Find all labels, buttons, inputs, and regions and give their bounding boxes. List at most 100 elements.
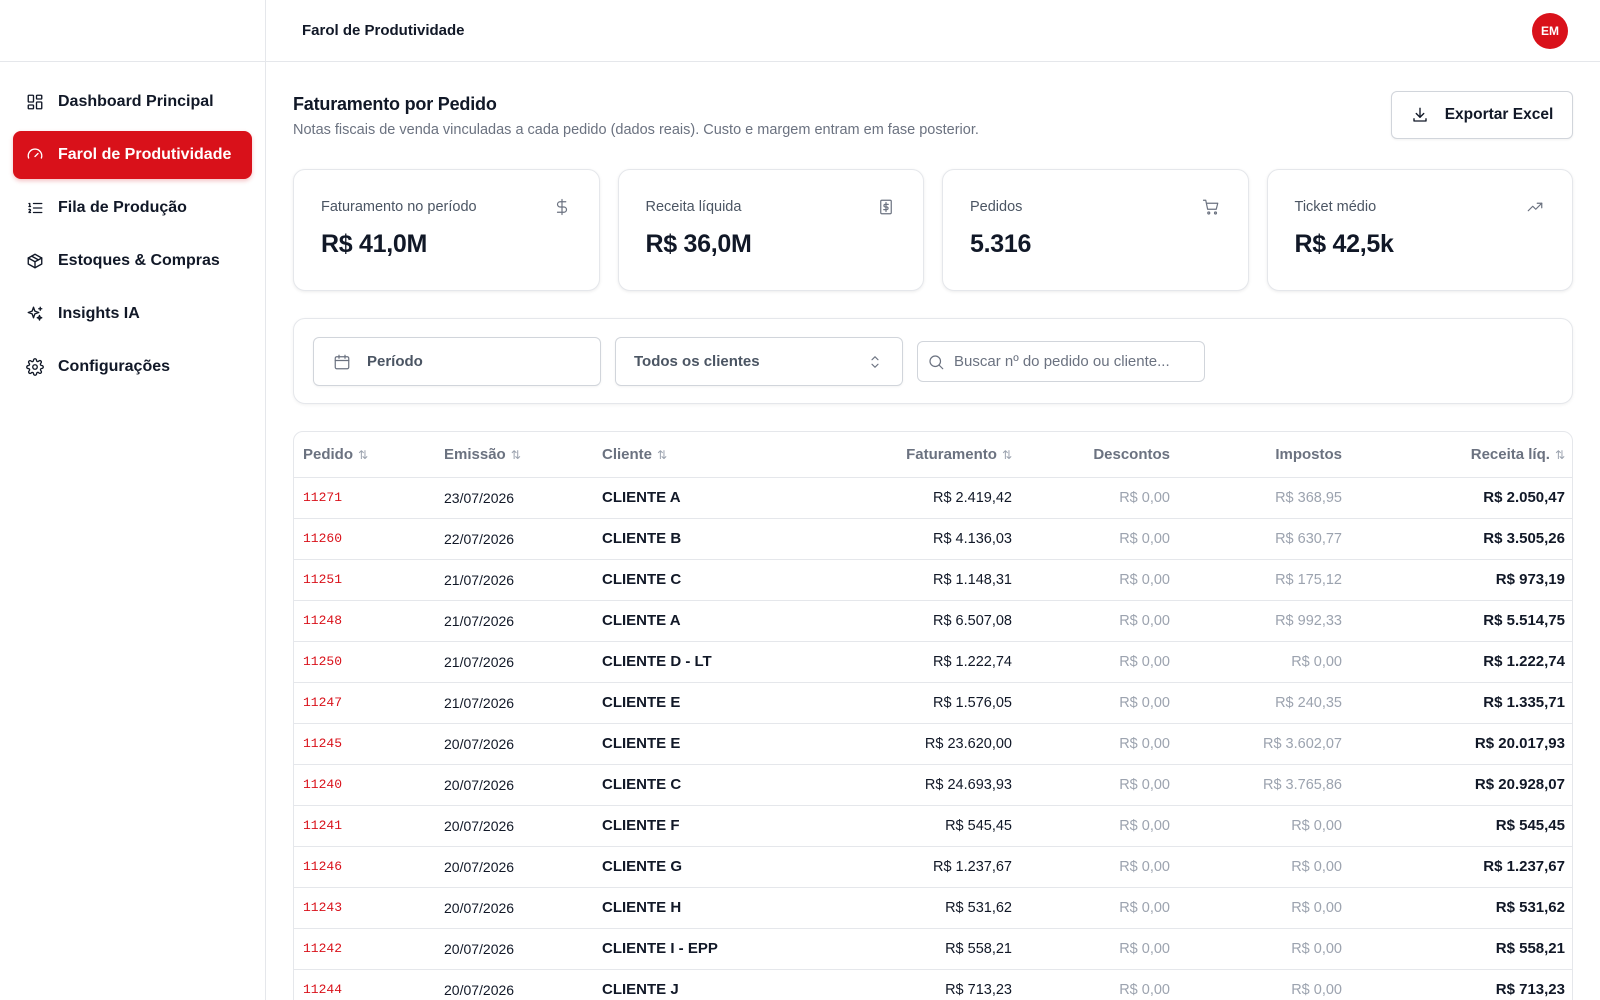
emission-date: 21/07/2026 xyxy=(435,682,593,724)
billing-value: R$ 558,21 xyxy=(793,928,1021,970)
kpi-label: Faturamento no período xyxy=(321,199,477,215)
orders-table-container: Pedido ⇅ Emissão ⇅ Cliente ⇅ Faturamento ⇅ D… xyxy=(293,431,1573,1000)
order-number[interactable]: 11250 xyxy=(294,641,435,683)
column-header-impostos: Impostos xyxy=(1179,432,1351,478)
client-name: CLIENTE B xyxy=(593,518,793,560)
column-header-faturamento[interactable]: Faturamento ⇅ xyxy=(793,432,1021,478)
discount-value: R$ 0,00 xyxy=(1021,887,1179,929)
sidebar-item-estoques[interactable]: Estoques & Compras xyxy=(13,237,252,285)
net-revenue: R$ 713,23 xyxy=(1351,969,1572,1000)
client-select-value: Todos os clientes xyxy=(634,353,760,370)
table-row[interactable]: 11246 20/07/2026 CLIENTE G R$ 1.237,67 R$ 0,… xyxy=(294,846,1572,888)
column-header-pedido[interactable]: Pedido ⇅ xyxy=(294,432,435,478)
emission-date: 21/07/2026 xyxy=(435,559,593,601)
discount-value: R$ 0,00 xyxy=(1021,477,1179,519)
order-number[interactable]: 11240 xyxy=(294,764,435,806)
table-row[interactable]: 11250 21/07/2026 CLIENTE D - LT R$ 1.222,74… xyxy=(294,641,1572,683)
net-revenue: R$ 5.514,75 xyxy=(1351,600,1572,642)
billing-value: R$ 713,23 xyxy=(793,969,1021,1000)
order-number[interactable]: 11241 xyxy=(294,805,435,847)
search-input[interactable] xyxy=(954,353,1194,370)
sidebar-item-farol[interactable]: Farol de Produtividade xyxy=(13,131,252,179)
export-excel-button[interactable]: Exportar Excel xyxy=(1391,91,1573,139)
order-number[interactable]: 11244 xyxy=(294,969,435,1000)
main-content: Faturamento por Pedido Notas fiscais de … xyxy=(293,62,1573,1000)
dollar-icon xyxy=(553,198,571,216)
table-body: 11271 23/07/2026 CLIENTE A R$ 2.419,42 R$ 0,… xyxy=(294,477,1572,1000)
tax-value: R$ 0,00 xyxy=(1179,887,1351,929)
net-revenue: R$ 531,62 xyxy=(1351,887,1572,929)
table-row[interactable]: 11240 20/07/2026 CLIENTE C R$ 24.693,93 R$ 0… xyxy=(294,764,1572,806)
discount-value: R$ 0,00 xyxy=(1021,928,1179,970)
sidebar-item-fila[interactable]: Fila de Produção xyxy=(13,184,252,232)
net-revenue: R$ 2.050,47 xyxy=(1351,477,1572,519)
kpi-value: R$ 36,0M xyxy=(645,230,752,258)
discount-value: R$ 0,00 xyxy=(1021,518,1179,560)
tax-value: R$ 240,35 xyxy=(1179,682,1351,724)
table-row[interactable]: 11243 20/07/2026 CLIENTE H R$ 531,62 R$ 0,00… xyxy=(294,887,1572,929)
kpi-card-pedidos: Pedidos 5.316 xyxy=(942,169,1249,291)
page-heading: Faturamento por Pedido Notas fiscais de … xyxy=(293,62,1573,166)
client-select[interactable]: Todos os clientes xyxy=(615,337,903,386)
kpi-card-ticket: Ticket médio R$ 42,5k xyxy=(1266,169,1573,291)
table-row[interactable]: 11248 21/07/2026 CLIENTE A R$ 6.507,08 R$ 0,… xyxy=(294,600,1572,642)
kpi-value: 5.316 xyxy=(970,230,1032,258)
user-avatar[interactable]: EM xyxy=(1532,13,1568,49)
sort-icon: ⇅ xyxy=(1554,447,1565,462)
app-root: Dashboard Principal Farol de Produtivida… xyxy=(0,0,1600,1000)
discount-value: R$ 0,00 xyxy=(1021,969,1179,1000)
order-number[interactable]: 11260 xyxy=(294,518,435,560)
list-icon xyxy=(26,199,44,217)
sidebar-item-label: Insights IA xyxy=(58,305,140,322)
trending-up-icon xyxy=(1526,198,1544,216)
page-subtitle: Notas fiscais de venda vinculadas a cada… xyxy=(293,122,979,138)
order-number[interactable]: 11245 xyxy=(294,723,435,765)
column-header-receita[interactable]: Receita líq. ⇅ xyxy=(1351,432,1572,478)
billing-value: R$ 23.620,00 xyxy=(793,723,1021,765)
tax-value: R$ 0,00 xyxy=(1179,805,1351,847)
kpi-value: R$ 41,0M xyxy=(321,230,427,258)
table-row[interactable]: 11241 20/07/2026 CLIENTE F R$ 545,45 R$ 0,00… xyxy=(294,805,1572,847)
emission-date: 20/07/2026 xyxy=(435,969,593,1000)
billing-value: R$ 6.507,08 xyxy=(793,600,1021,642)
sidebar-item-config[interactable]: Configurações xyxy=(13,343,252,391)
sidebar-item-label: Configurações xyxy=(58,358,171,375)
table-row[interactable]: 11245 20/07/2026 CLIENTE E R$ 23.620,00 R$ 0… xyxy=(294,723,1572,765)
table-row[interactable]: 11271 23/07/2026 CLIENTE A R$ 2.419,42 R$ 0,… xyxy=(294,477,1572,519)
order-number[interactable]: 11247 xyxy=(294,682,435,724)
tax-value: R$ 992,33 xyxy=(1179,600,1351,642)
emission-date: 22/07/2026 xyxy=(435,518,593,560)
order-number[interactable]: 11251 xyxy=(294,559,435,601)
column-header-descontos: Descontos xyxy=(1021,432,1179,478)
sidebar-item-dashboard[interactable]: Dashboard Principal xyxy=(13,78,252,126)
net-revenue: R$ 20.928,07 xyxy=(1351,764,1572,806)
order-number[interactable]: 11271 xyxy=(294,477,435,519)
tax-value: R$ 175,12 xyxy=(1179,559,1351,601)
order-number[interactable]: 11246 xyxy=(294,846,435,888)
header-title: Farol de Produtividade xyxy=(302,22,465,39)
emission-date: 23/07/2026 xyxy=(435,477,593,519)
order-number[interactable]: 11248 xyxy=(294,600,435,642)
table-row[interactable]: 11251 21/07/2026 CLIENTE C R$ 1.148,31 R$ 0,… xyxy=(294,559,1572,601)
table-row[interactable]: 11242 20/07/2026 CLIENTE I - EPP R$ 558,21 R… xyxy=(294,928,1572,970)
client-name: CLIENTE H xyxy=(593,887,793,929)
client-name: CLIENTE C xyxy=(593,764,793,806)
emission-date: 20/07/2026 xyxy=(435,764,593,806)
dashboard-icon xyxy=(26,93,44,111)
search-box xyxy=(917,341,1205,382)
column-header-emissao[interactable]: Emissão ⇅ xyxy=(435,432,593,478)
order-number[interactable]: 11243 xyxy=(294,887,435,929)
table-row[interactable]: 11244 20/07/2026 CLIENTE J R$ 713,23 R$ 0,00… xyxy=(294,969,1572,1000)
table-row[interactable]: 11247 21/07/2026 CLIENTE E R$ 1.576,05 R$ 0,… xyxy=(294,682,1572,724)
table-row[interactable]: 11260 22/07/2026 CLIENTE B R$ 4.136,03 R$ 0,… xyxy=(294,518,1572,560)
column-header-cliente[interactable]: Cliente ⇅ xyxy=(593,432,793,478)
sidebar-item-insights[interactable]: Insights IA xyxy=(13,290,252,338)
order-number[interactable]: 11242 xyxy=(294,928,435,970)
orders-table: Pedido ⇅ Emissão ⇅ Cliente ⇅ Faturamento ⇅ D… xyxy=(294,432,1572,1000)
kpi-label: Ticket médio xyxy=(1294,199,1377,215)
period-picker[interactable]: Período xyxy=(313,337,601,386)
sort-icon: ⇅ xyxy=(657,447,668,462)
discount-value: R$ 0,00 xyxy=(1021,764,1179,806)
period-label: Período xyxy=(367,353,423,370)
kpi-value: R$ 42,5k xyxy=(1294,230,1394,258)
